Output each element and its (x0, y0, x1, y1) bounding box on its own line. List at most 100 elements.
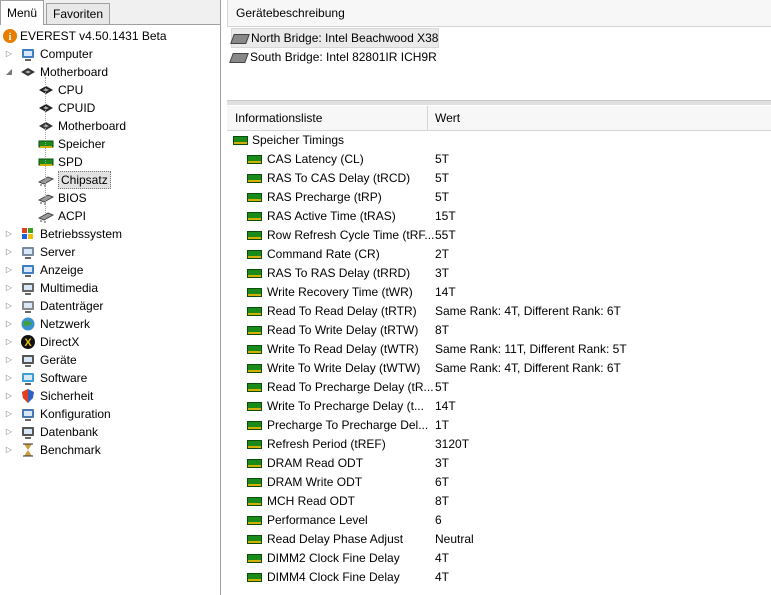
tree-item-motherboard-cpu[interactable]: CPU (0, 81, 218, 99)
info-list-row[interactable]: RAS To RAS Delay (tRRD) 3T (247, 264, 767, 283)
info-list-row[interactable]: Read To Read Delay (tRTR) Same Rank: 4T, … (247, 302, 767, 321)
multimedia-icon (20, 280, 36, 296)
info-list-row[interactable]: RAS To CAS Delay (tRCD) 5T (247, 169, 767, 188)
info-list-row[interactable]: DIMM2 Clock Fine Delay 4T (247, 549, 767, 568)
device-north-bridge[interactable]: North Bridge: Intel Beachwood X38 (230, 28, 440, 48)
tree-item-motherboard-speicher[interactable]: Speicher (0, 135, 218, 153)
expand-arrow-icon[interactable]: ▷ (4, 243, 14, 261)
expand-arrow-icon[interactable]: ▷ (4, 333, 14, 351)
device-label: South Bridge: Intel 82801IR ICH9R (250, 50, 437, 64)
info-list-row[interactable]: Write Recovery Time (tWR) 14T (247, 283, 767, 302)
expand-arrow-icon[interactable]: ▷ (4, 369, 14, 387)
expand-arrow-icon[interactable]: ▷ (4, 387, 14, 405)
group-speicher-timings[interactable]: Speicher Timings (233, 131, 344, 150)
tree-item-motherboard-acpi[interactable]: ACPI (0, 207, 218, 225)
tree-item-label: Netzwerk (40, 317, 91, 331)
row-value: 5T (435, 171, 450, 185)
info-list-row[interactable]: Read To Write Delay (tRTW) 8T (247, 321, 767, 340)
tab-favoriten[interactable]: Favoriten (46, 3, 111, 24)
expand-arrow-icon[interactable]: ▷ (4, 351, 14, 369)
tree-item-software[interactable]: ▷ Software (0, 369, 218, 387)
expand-arrow-icon[interactable]: ▷ (4, 297, 14, 315)
info-list-row[interactable]: RAS Precharge (tRP) 5T (247, 188, 767, 207)
info-list-row[interactable]: Precharge To Precharge Del... 1T (247, 416, 767, 435)
tree-item-sicherheit[interactable]: ▷ Sicherheit (0, 387, 218, 405)
tree-item-motherboard-chipsatz[interactable]: Chipsatz (0, 171, 218, 189)
row-value: 1T (435, 418, 450, 432)
tree-item-motherboard-bios[interactable]: BIOS (0, 189, 218, 207)
info-list-row[interactable]: Read To Precharge Delay (tR... 5T (247, 378, 767, 397)
tree-item-anzeige[interactable]: ▷ Anzeige (0, 261, 218, 279)
memory-module-icon (247, 497, 262, 506)
pane-splitter[interactable] (227, 100, 771, 105)
memory-module-icon (247, 231, 262, 240)
info-list-row[interactable]: DRAM Write ODT 6T (247, 473, 767, 492)
column-header-informationsliste[interactable]: Informationsliste (235, 111, 322, 125)
row-name: MCH Read ODT (267, 494, 356, 508)
tree-item-datenbank[interactable]: ▷ Datenbank (0, 423, 218, 441)
tree-item-label: CPUID (58, 101, 96, 115)
expand-arrow-icon[interactable]: ▷ (4, 279, 14, 297)
tree-item-datenträger[interactable]: ▷ Datenträger (0, 297, 218, 315)
expand-arrow-icon[interactable]: ▷ (4, 441, 14, 459)
info-list-row[interactable]: Refresh Period (tREF) 3120T (247, 435, 767, 454)
expand-arrow-icon[interactable]: ▷ (4, 45, 14, 63)
memory-module-icon (247, 193, 262, 202)
tree-item-geräte[interactable]: ▷ Geräte (0, 351, 218, 369)
info-list-row[interactable]: MCH Read ODT 8T (247, 492, 767, 511)
info-list-row[interactable]: Performance Level 6 (247, 511, 767, 530)
row-value: 3T (435, 266, 450, 280)
tree-item-label: Motherboard (58, 119, 127, 133)
row-value: Same Rank: 11T, Different Rank: 5T (435, 342, 627, 356)
tree-item-motherboard-cpuid[interactable]: CPUID (0, 99, 218, 117)
info-list-row[interactable]: RAS Active Time (tRAS) 15T (247, 207, 767, 226)
info-icon: i (2, 28, 18, 44)
info-list-row[interactable]: CAS Latency (CL) 5T (247, 150, 767, 169)
row-value: 5T (435, 152, 450, 166)
tree-item-netzwerk[interactable]: ▷ Netzwerk (0, 315, 218, 333)
tree-item-benchmark[interactable]: ▷ Benchmark (0, 441, 218, 459)
tree-item-betriebssystem[interactable]: ▷ Betriebssystem (0, 225, 218, 243)
bios-icon (37, 190, 55, 206)
row-name: Write To Read Delay (tWTR) (267, 342, 419, 356)
device-south-bridge[interactable]: South Bridge: Intel 82801IR ICH9R (229, 48, 437, 66)
tree-connector (45, 77, 46, 213)
tab-menu[interactable]: Menü (0, 0, 45, 25)
info-list-row[interactable]: DIMM4 Clock Fine Delay 4T (247, 568, 767, 587)
server-icon (20, 244, 36, 260)
software-icon (20, 370, 36, 386)
tree-root[interactable]: i EVEREST v4.50.1431 Beta (0, 27, 218, 45)
column-header-wert[interactable]: Wert (435, 111, 460, 125)
device-description-header[interactable]: Gerätebeschreibung (227, 0, 771, 27)
info-list-row[interactable]: Write To Write Delay (tWTW) Same Rank: 4T… (247, 359, 767, 378)
info-list-row[interactable]: Command Rate (CR) 2T (247, 245, 767, 264)
tree-item-server[interactable]: ▷ Server (0, 243, 218, 261)
tree-item-multimedia[interactable]: ▷ Multimedia (0, 279, 218, 297)
row-value: 3T (435, 456, 450, 470)
memory-module-icon (247, 326, 262, 335)
tree-item-label: Server (40, 245, 76, 259)
memory-module-icon (247, 573, 262, 582)
tree-item-directx[interactable]: ▷ X DirectX (0, 333, 218, 351)
tree-item-motherboard-motherboard[interactable]: Motherboard (0, 117, 218, 135)
info-list-row[interactable]: Row Refresh Cycle Time (tRF... 55T (247, 226, 767, 245)
tree-item-computer[interactable]: ▷ Computer (0, 45, 218, 63)
info-list-row[interactable]: Write To Precharge Delay (t... 14T (247, 397, 767, 416)
info-list-row[interactable]: Read Delay Phase Adjust Neutral (247, 530, 767, 549)
tree-item-konfiguration[interactable]: ▷ Konfiguration (0, 405, 218, 423)
tree-item-motherboard[interactable]: ◢ Motherboard (0, 63, 218, 81)
expand-arrow-icon[interactable]: ▷ (4, 315, 14, 333)
info-list-row[interactable]: DRAM Read ODT 3T (247, 454, 767, 473)
info-list-row[interactable]: Write To Read Delay (tWTR) Same Rank: 11T… (247, 340, 767, 359)
expand-arrow-icon[interactable]: ▷ (4, 423, 14, 441)
row-name: RAS To CAS Delay (tRCD) (267, 171, 411, 185)
expand-arrow-icon[interactable]: ▷ (4, 261, 14, 279)
row-value: Same Rank: 4T, Different Rank: 6T (435, 304, 621, 318)
expand-arrow-icon[interactable]: ▷ (4, 405, 14, 423)
row-value: 6 (435, 513, 442, 527)
collapse-arrow-icon[interactable]: ◢ (4, 63, 14, 81)
expand-arrow-icon[interactable]: ▷ (4, 225, 14, 243)
column-divider[interactable] (427, 106, 428, 130)
storage-icon (20, 298, 36, 314)
tree-item-motherboard-spd[interactable]: SPD (0, 153, 218, 171)
